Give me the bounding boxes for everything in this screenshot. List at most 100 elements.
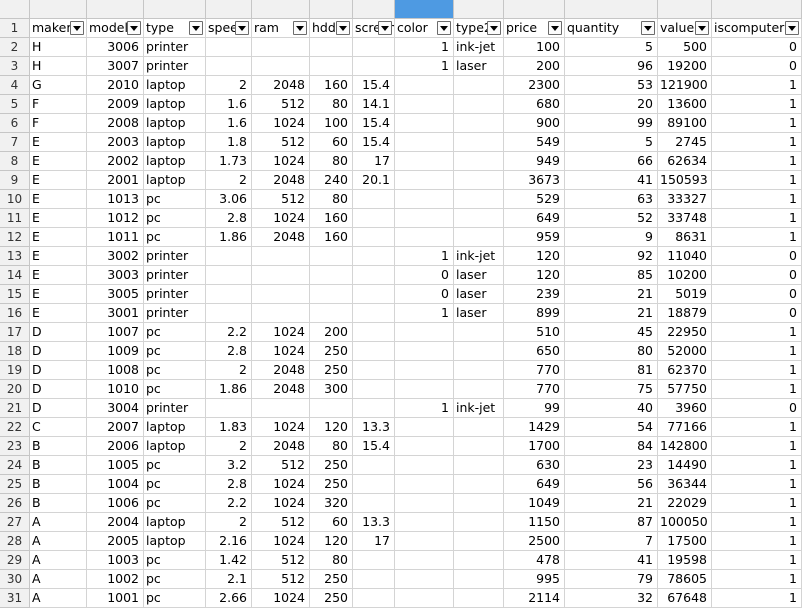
autofilter-dropdown-icon[interactable] (785, 21, 799, 35)
table-cell[interactable] (454, 209, 504, 228)
table-cell[interactable]: 2007 (87, 418, 144, 437)
table-cell[interactable]: 0 (712, 38, 802, 57)
table-cell[interactable]: 649 (504, 209, 565, 228)
header-cell-model[interactable]: model (87, 19, 144, 38)
table-cell[interactable]: 1005 (87, 456, 144, 475)
table-cell[interactable] (252, 304, 310, 323)
table-cell[interactable]: 79 (565, 570, 658, 589)
table-cell[interactable]: laptop (144, 152, 206, 171)
table-cell[interactable] (310, 266, 353, 285)
header-cell-price[interactable]: price (504, 19, 565, 38)
table-cell[interactable]: 1 (395, 57, 454, 76)
table-cell[interactable]: A (30, 589, 87, 608)
table-cell[interactable]: pc (144, 494, 206, 513)
table-cell[interactable]: 320 (310, 494, 353, 513)
table-cell[interactable]: 120 (310, 532, 353, 551)
table-cell[interactable]: 63 (565, 190, 658, 209)
table-cell[interactable]: 67648 (658, 589, 712, 608)
table-cell[interactable]: printer (144, 247, 206, 266)
header-cell-ram[interactable]: ram (252, 19, 310, 38)
table-cell[interactable]: 1 (712, 418, 802, 437)
table-cell[interactable]: 1 (712, 532, 802, 551)
table-cell[interactable] (310, 57, 353, 76)
table-cell[interactable]: 1 (712, 95, 802, 114)
table-cell[interactable]: E (30, 266, 87, 285)
table-cell[interactable]: laptop (144, 76, 206, 95)
table-cell[interactable] (395, 475, 454, 494)
table-cell[interactable] (395, 133, 454, 152)
table-cell[interactable]: 0 (712, 399, 802, 418)
table-cell[interactable]: 100050 (658, 513, 712, 532)
header-cell-screen[interactable]: screen (353, 19, 395, 38)
column-header-c[interactable] (144, 0, 206, 19)
row-header[interactable]: 12 (0, 228, 30, 247)
table-cell[interactable]: 2114 (504, 589, 565, 608)
table-cell[interactable]: B (30, 456, 87, 475)
table-cell[interactable] (353, 304, 395, 323)
table-cell[interactable]: 80 (310, 437, 353, 456)
table-cell[interactable]: 1024 (252, 342, 310, 361)
table-cell[interactable]: 52000 (658, 342, 712, 361)
table-cell[interactable]: 62634 (658, 152, 712, 171)
table-cell[interactable] (454, 589, 504, 608)
row-header[interactable]: 4 (0, 76, 30, 95)
table-cell[interactable]: 1 (712, 152, 802, 171)
table-cell[interactable]: A (30, 551, 87, 570)
table-cell[interactable]: 2.16 (206, 532, 252, 551)
table-cell[interactable] (353, 209, 395, 228)
table-cell[interactable]: 80 (310, 551, 353, 570)
table-cell[interactable]: 45 (565, 323, 658, 342)
table-cell[interactable]: 2009 (87, 95, 144, 114)
table-cell[interactable]: 120 (504, 247, 565, 266)
table-cell[interactable]: laptop (144, 513, 206, 532)
row-header[interactable]: 24 (0, 456, 30, 475)
table-cell[interactable]: 2300 (504, 76, 565, 95)
table-cell[interactable]: 5 (565, 133, 658, 152)
table-cell[interactable]: 1 (712, 589, 802, 608)
table-cell[interactable] (252, 399, 310, 418)
table-cell[interactable]: 2010 (87, 76, 144, 95)
table-cell[interactable] (454, 551, 504, 570)
table-cell[interactable] (252, 266, 310, 285)
table-cell[interactable]: 100 (504, 38, 565, 57)
table-cell[interactable]: B (30, 437, 87, 456)
table-cell[interactable] (454, 513, 504, 532)
row-header[interactable]: 18 (0, 342, 30, 361)
table-cell[interactable]: 15.4 (353, 114, 395, 133)
row-header[interactable]: 10 (0, 190, 30, 209)
table-cell[interactable] (353, 57, 395, 76)
table-cell[interactable]: 78605 (658, 570, 712, 589)
table-cell[interactable]: 33327 (658, 190, 712, 209)
table-cell[interactable]: 300 (310, 380, 353, 399)
table-cell[interactable]: printer (144, 399, 206, 418)
table-cell[interactable]: 1700 (504, 437, 565, 456)
table-cell[interactable] (353, 342, 395, 361)
table-cell[interactable]: 1 (712, 342, 802, 361)
table-cell[interactable]: 17 (353, 152, 395, 171)
table-cell[interactable]: 1.83 (206, 418, 252, 437)
table-cell[interactable]: 100 (310, 114, 353, 133)
table-cell[interactable] (353, 190, 395, 209)
table-cell[interactable] (395, 114, 454, 133)
table-cell[interactable]: 512 (252, 513, 310, 532)
table-cell[interactable] (252, 57, 310, 76)
table-cell[interactable]: 160 (310, 209, 353, 228)
table-cell[interactable]: 1 (712, 114, 802, 133)
table-cell[interactable]: pc (144, 551, 206, 570)
table-cell[interactable]: 87 (565, 513, 658, 532)
autofilter-dropdown-icon[interactable] (437, 21, 451, 35)
row-header[interactable]: 27 (0, 513, 30, 532)
table-cell[interactable] (395, 323, 454, 342)
table-cell[interactable]: 500 (658, 38, 712, 57)
table-cell[interactable]: 20.1 (353, 171, 395, 190)
table-cell[interactable]: printer (144, 285, 206, 304)
row-header[interactable]: 7 (0, 133, 30, 152)
table-cell[interactable]: A (30, 513, 87, 532)
row-header[interactable]: 25 (0, 475, 30, 494)
table-cell[interactable]: 1 (712, 228, 802, 247)
table-cell[interactable] (353, 399, 395, 418)
table-cell[interactable] (395, 513, 454, 532)
table-cell[interactable]: 80 (310, 152, 353, 171)
table-cell[interactable]: laptop (144, 418, 206, 437)
table-cell[interactable]: 13.3 (353, 418, 395, 437)
